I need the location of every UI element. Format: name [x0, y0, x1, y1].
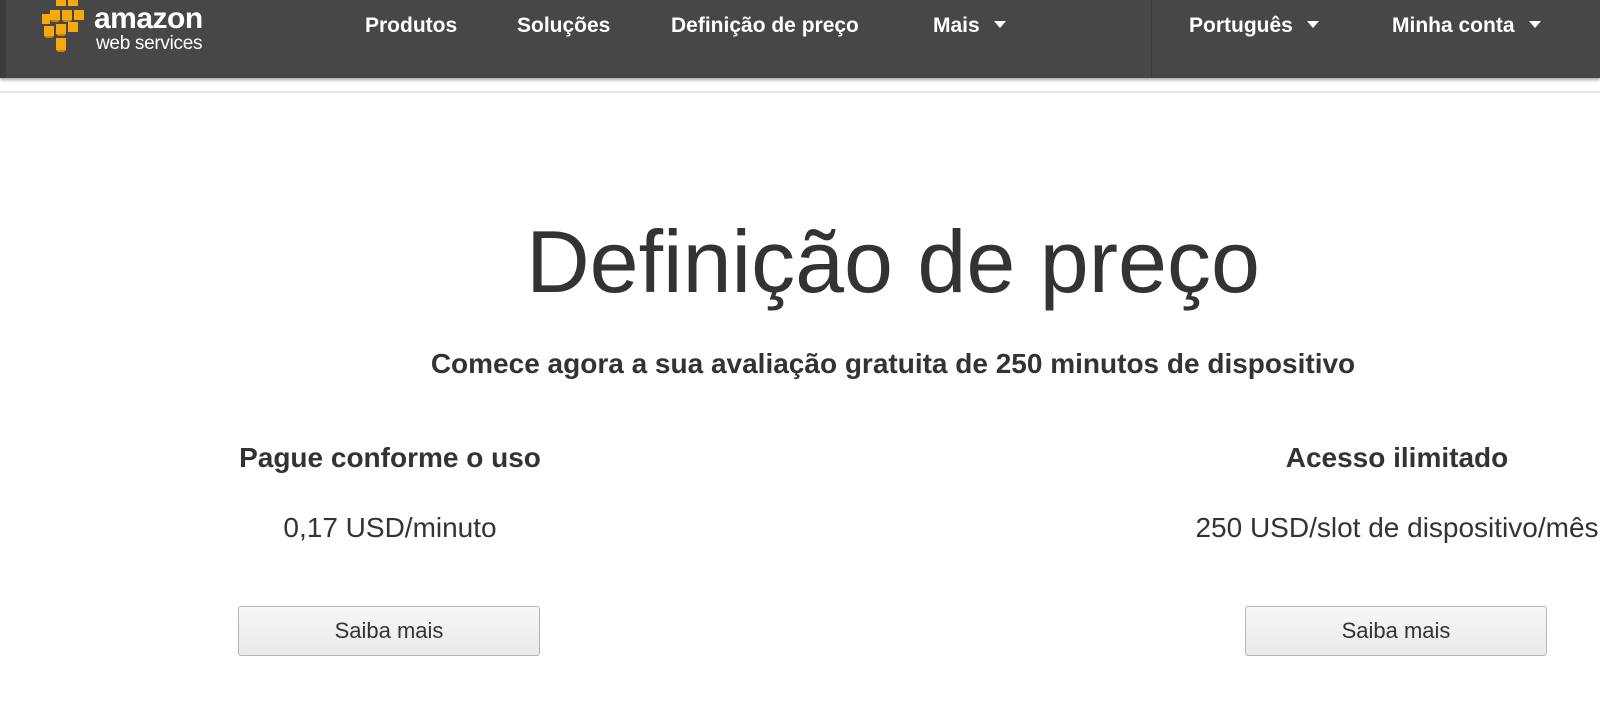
plan-price: 0,17 USD/minuto — [283, 512, 497, 543]
nav-item-mais-label: Mais — [933, 14, 980, 37]
language-label: Português — [1189, 14, 1293, 37]
learn-more-button[interactable]: Saiba mais — [238, 606, 540, 656]
nav-item-definicao-de-preco[interactable]: Definição de preço — [671, 12, 859, 40]
plan-price: 250 USD/slot de dispositivo/mês — [1195, 512, 1599, 543]
page-title: Definição de preço — [526, 212, 1260, 311]
plan-heading: Acesso ilimitado — [1285, 442, 1509, 473]
chevron-down-icon — [1528, 21, 1541, 29]
account-label: Minha conta — [1392, 14, 1515, 37]
plan-unlimited-access: Acesso ilimitado 250 USD/slot de disposi… — [1187, 440, 1600, 546]
plan-pay-as-you-go: Pague conforme o uso 0,17 USD/minuto — [180, 440, 600, 546]
chevron-down-icon — [993, 21, 1006, 29]
chevron-down-icon — [1306, 21, 1319, 29]
account-menu[interactable]: Minha conta — [1392, 12, 1541, 40]
top-navigation-bar: amazon web services Produtos Soluções De… — [0, 0, 1600, 78]
learn-more-button[interactable]: Saiba mais — [1245, 606, 1547, 656]
logo-text-amazon: amazon — [94, 2, 203, 35]
aws-logo[interactable]: amazon web services — [40, 0, 230, 58]
nav-item-produtos[interactable]: Produtos — [365, 12, 457, 40]
aws-cubes-icon — [42, 0, 84, 52]
nav-divider — [1151, 0, 1152, 78]
logo-text-webservices: web services — [96, 33, 203, 54]
nav-edge — [0, 0, 6, 78]
language-selector[interactable]: Português — [1189, 12, 1319, 40]
section-divider — [0, 91, 1600, 93]
free-trial-subtitle: Comece agora a sua avaliação gratuita de… — [430, 348, 1356, 379]
nav-item-solucoes[interactable]: Soluções — [517, 12, 610, 40]
plan-heading: Pague conforme o uso — [239, 442, 541, 473]
nav-item-mais[interactable]: Mais — [933, 12, 1006, 40]
